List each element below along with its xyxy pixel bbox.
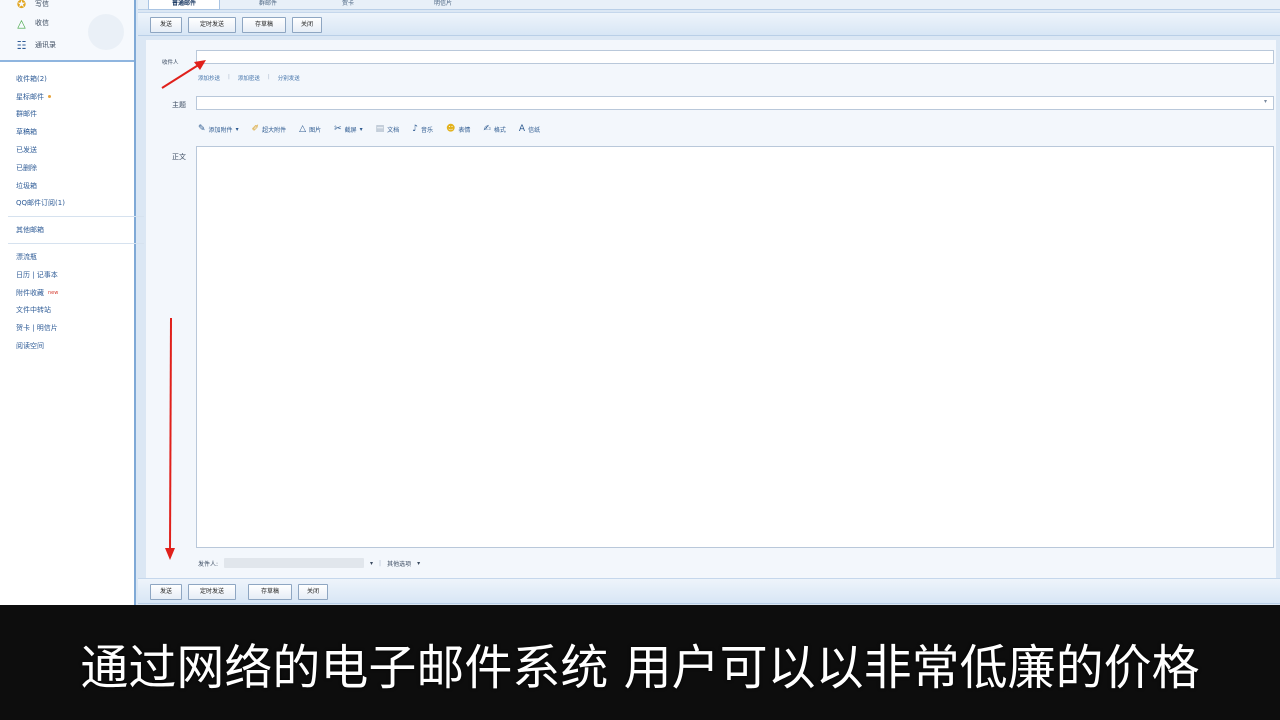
folder-attachments[interactable]: 附件收藏 new bbox=[16, 284, 128, 302]
chevron-down-icon[interactable]: ▾ bbox=[417, 560, 420, 567]
sidebar-quick-actions: ✪ 写信 △ 收信 ☷ 通讯录 bbox=[0, 0, 134, 62]
add-bcc-link[interactable]: 添加密送 bbox=[238, 74, 260, 82]
chevron-down-icon[interactable]: ▾ bbox=[370, 560, 373, 567]
to-label: 收件人 bbox=[162, 60, 179, 66]
divider bbox=[8, 243, 144, 245]
font-icon: A bbox=[518, 124, 526, 134]
logo-watermark bbox=[88, 14, 124, 50]
separate-send-link[interactable]: 分别发送 bbox=[278, 74, 300, 82]
tab-group-mail[interactable]: 群邮件 bbox=[238, 0, 298, 10]
other-options-link[interactable]: 其他选项 bbox=[387, 559, 411, 568]
folder-sent[interactable]: 已发送 bbox=[16, 141, 128, 159]
close-button-bottom[interactable]: 关闭 bbox=[298, 584, 328, 600]
sidebar-item-inbox-check[interactable]: △ 收信 bbox=[16, 15, 49, 31]
image-tool[interactable]: △ 图片 bbox=[299, 124, 321, 134]
folder-cards[interactable]: 贺卡 | 明信片 bbox=[16, 319, 128, 337]
add-cc-link[interactable]: 添加抄送 bbox=[198, 74, 220, 82]
bottom-toolbar: 发送 定时发送 存草稿 关闭 bbox=[138, 578, 1280, 604]
document-tool[interactable]: ▤ 文档 bbox=[376, 124, 400, 134]
warning-icon: △ bbox=[299, 124, 307, 134]
sender-address-select[interactable] bbox=[224, 558, 365, 568]
scheduled-send-button-bottom[interactable]: 定时发送 bbox=[188, 584, 236, 600]
sidebar-item-label: 写信 bbox=[35, 0, 49, 8]
to-field[interactable] bbox=[196, 50, 1274, 64]
contacts-icon: ☷ bbox=[16, 38, 27, 52]
folder-spam[interactable]: 垃圾箱 bbox=[16, 177, 128, 195]
folder-drift-bottle[interactable]: 漂流瓶 bbox=[16, 248, 128, 266]
music-tool[interactable]: ♪ 音乐 bbox=[412, 124, 433, 134]
folder-reading[interactable]: 阅读空间 bbox=[16, 337, 128, 355]
tab-postcard[interactable]: 明信片 bbox=[418, 0, 468, 10]
scissors-icon: ✂ bbox=[334, 124, 342, 134]
body-label: 正文 bbox=[172, 153, 186, 161]
sidebar-item-label: 收信 bbox=[35, 19, 49, 27]
mail-client-window: ✪ 写信 △ 收信 ☷ 通讯录 收件箱(2) 星标邮件 群邮件 草稿箱 已发送 … bbox=[0, 0, 1280, 605]
save-draft-button[interactable]: 存草稿 bbox=[242, 17, 286, 33]
top-toolbar: 发送 定时发送 存草稿 关闭 bbox=[138, 12, 1280, 36]
emoji-tool[interactable]: ☻ 表情 bbox=[446, 124, 470, 134]
triangle-icon: △ bbox=[17, 16, 26, 30]
sender-label: 发件人: bbox=[198, 560, 219, 568]
folder-inbox[interactable]: 收件箱(2) bbox=[16, 70, 128, 88]
subject-field[interactable]: ▾ bbox=[196, 96, 1274, 110]
recipient-options: 添加抄送 | 添加密送 | 分别发送 bbox=[198, 74, 300, 82]
brush-icon: ✍ bbox=[483, 124, 491, 134]
folder-other-mailboxes[interactable]: 其他邮箱 bbox=[16, 221, 128, 239]
large-attachment-tool[interactable]: ✐ 超大附件 bbox=[252, 124, 287, 134]
send-button-bottom[interactable]: 发送 bbox=[150, 584, 182, 600]
folder-drafts[interactable]: 草稿箱 bbox=[16, 123, 128, 141]
folder-subscriptions[interactable]: QQ邮件订阅(1) bbox=[16, 195, 128, 213]
close-button[interactable]: 关闭 bbox=[292, 17, 322, 33]
sidebar-item-label: 通讯录 bbox=[35, 41, 56, 49]
sidebar: ✪ 写信 △ 收信 ☷ 通讯录 收件箱(2) 星标邮件 群邮件 草稿箱 已发送 … bbox=[0, 0, 144, 605]
music-icon: ♪ bbox=[412, 124, 418, 134]
video-subtitle: 通过网络的电子邮件系统 用户可以以非常低廉的价格 bbox=[80, 639, 1200, 696]
sidebar-item-compose[interactable]: ✪ 写信 bbox=[16, 0, 49, 12]
folder-list: 收件箱(2) 星标邮件 群邮件 草稿箱 已发送 已删除 垃圾箱 QQ邮件订阅(1… bbox=[8, 70, 144, 355]
scheduled-send-button[interactable]: 定时发送 bbox=[188, 17, 236, 33]
compose-tabs: 普通邮件 群邮件 贺卡 明信片 bbox=[138, 0, 1280, 10]
folder-group[interactable]: 群邮件 bbox=[16, 106, 128, 124]
folder-calendar[interactable]: 日历 | 记事本 bbox=[16, 266, 128, 284]
star-icon: ✪ bbox=[16, 0, 27, 11]
chevron-down-icon[interactable]: ▾ bbox=[1264, 98, 1267, 105]
format-tool[interactable]: ✍ 格式 bbox=[483, 124, 506, 134]
tab-greeting-card[interactable]: 贺卡 bbox=[328, 0, 368, 10]
format-toolbar: ✎ 添加附件 ▾ ✐ 超大附件 △ 图片 ✂ 截屏 ▾ ▤ 文档 ♪ 音乐 ☻ 表情 ✍ 格式 A信… bbox=[198, 124, 540, 134]
sender-row: 发件人: ▾ | 其他选项 ▾ bbox=[198, 558, 421, 568]
send-button[interactable]: 发送 bbox=[150, 17, 182, 33]
subject-label: 主题 bbox=[172, 101, 186, 109]
folder-starred[interactable]: 星标邮件 bbox=[16, 88, 128, 106]
divider bbox=[8, 216, 144, 218]
folder-file-transfer[interactable]: 文件中转站 bbox=[16, 302, 128, 320]
sidebar-item-contacts[interactable]: ☷ 通讯录 bbox=[16, 37, 56, 53]
smile-icon: ☻ bbox=[445, 124, 456, 134]
screenshot-tool[interactable]: ✂ 截屏 ▾ bbox=[334, 124, 363, 134]
body-editor[interactable] bbox=[196, 146, 1274, 548]
pencil-icon: ✎ bbox=[198, 124, 206, 134]
compose-form: 收件人 添加抄送 | 添加密送 | 分别发送 主题 ▾ ✎ 添加附件 ▾ ✐ 超大附件 △… bbox=[146, 40, 1276, 578]
new-badge: new bbox=[48, 289, 59, 296]
save-draft-button-bottom[interactable]: 存草稿 bbox=[248, 584, 292, 600]
tab-normal-mail[interactable]: 普通邮件 bbox=[148, 0, 220, 10]
star-dot-icon bbox=[48, 95, 51, 99]
pen-icon: ✐ bbox=[251, 124, 260, 134]
add-attachment-tool[interactable]: ✎ 添加附件 ▾ bbox=[198, 124, 239, 134]
doc-icon: ▤ bbox=[375, 124, 385, 134]
stationery-tool[interactable]: A 信纸 bbox=[519, 124, 540, 134]
folder-deleted[interactable]: 已删除 bbox=[16, 159, 128, 177]
